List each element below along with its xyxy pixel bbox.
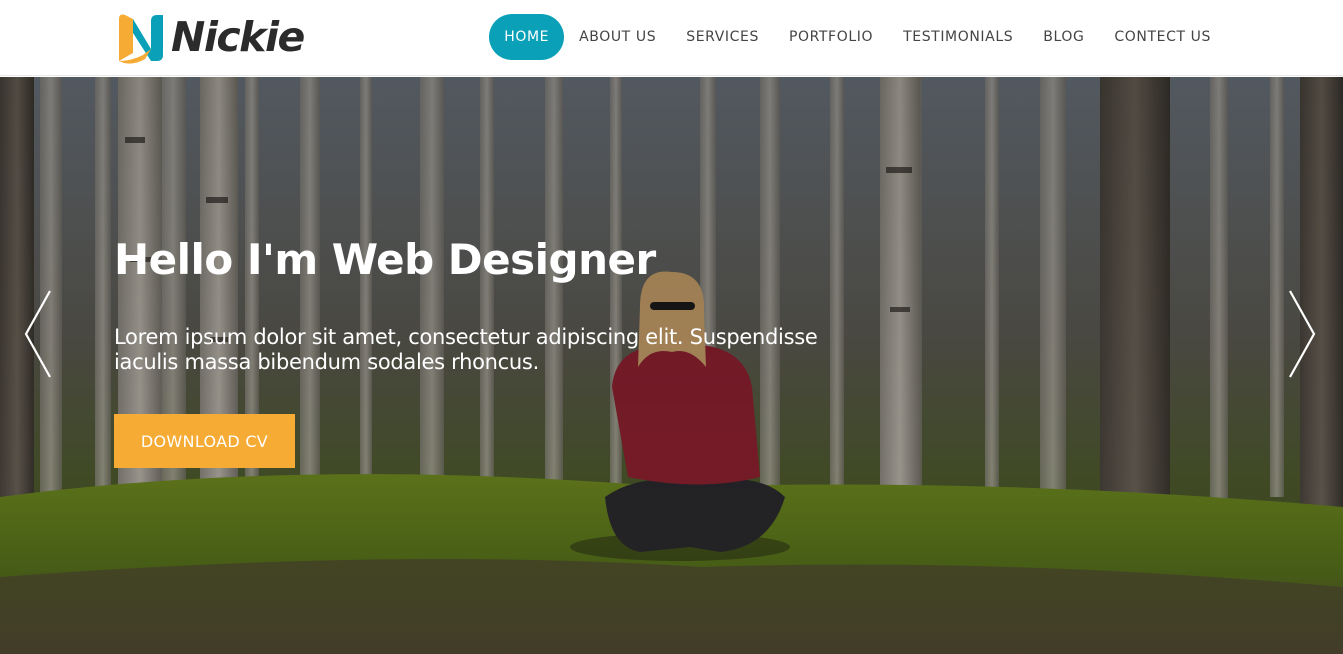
hero-title: Hello I'm Web Designer [114, 235, 656, 284]
n-logo-mark-icon [119, 14, 163, 64]
hero-description: Lorem ipsum dolor sit amet, consectetur … [114, 325, 818, 374]
download-cv-button[interactable]: DOWNLOAD CV [114, 414, 295, 468]
chevron-left-icon[interactable] [22, 289, 54, 379]
nav-item-home[interactable]: HOME [489, 14, 565, 60]
chevron-right-icon[interactable] [1286, 289, 1318, 379]
nav-item-testimonials[interactable]: TESTIMONIALS [888, 14, 1028, 60]
nav-item-portfolio[interactable]: PORTFOLIO [774, 14, 888, 60]
nav-item-about-us[interactable]: ABOUT US [564, 14, 671, 60]
main-nav: HOME ABOUT US SERVICES PORTFOLIO TESTIMO… [489, 14, 1226, 60]
hero-slider: Hello I'm Web Designer Lorem ipsum dolor… [0, 77, 1343, 654]
brand-logo[interactable]: Nickie [113, 9, 305, 65]
site-header: Nickie HOME ABOUT US SERVICES PORTFOLIO … [0, 0, 1343, 76]
nav-item-services[interactable]: SERVICES [671, 14, 774, 60]
nav-item-blog[interactable]: BLOG [1028, 14, 1099, 60]
brand-name: Nickie [171, 13, 305, 61]
nav-item-contact-us[interactable]: CONTECT US [1099, 14, 1226, 60]
